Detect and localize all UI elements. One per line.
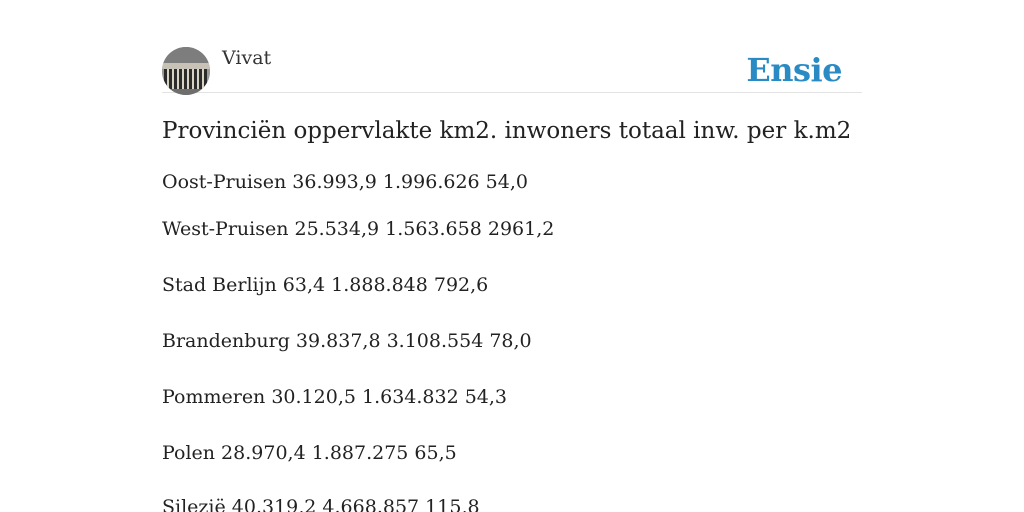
list-item: Pommeren 30.120,5 1.634.832 54,3 <box>162 386 508 408</box>
avatar[interactable] <box>162 47 210 95</box>
brand-logo[interactable]: Ensie <box>746 50 842 90</box>
list-item: Silezië 40.319,2 4.668.857 115,8 <box>162 496 480 512</box>
author-name[interactable]: Vivat <box>222 46 271 70</box>
avatar-image-icon <box>162 47 210 95</box>
article-header: Vivat Ensie <box>162 46 862 95</box>
list-item: Oost-Pruisen 36.993,9 1.996.626 54,0 <box>162 171 528 193</box>
list-item: Stad Berlijn 63,4 1.888.848 792,6 <box>162 274 489 296</box>
list-item: West-Pruisen 25.534,9 1.563.658 2961,2 <box>162 218 555 240</box>
page: Vivat Ensie Provinciën oppervlakte km2. … <box>162 0 862 512</box>
list-item: Brandenburg 39.837,8 3.108.554 78,0 <box>162 330 532 352</box>
article-title: Provinciën oppervlakte km2. inwoners tot… <box>162 118 852 144</box>
list-item: Polen 28.970,4 1.887.275 65,5 <box>162 442 457 464</box>
